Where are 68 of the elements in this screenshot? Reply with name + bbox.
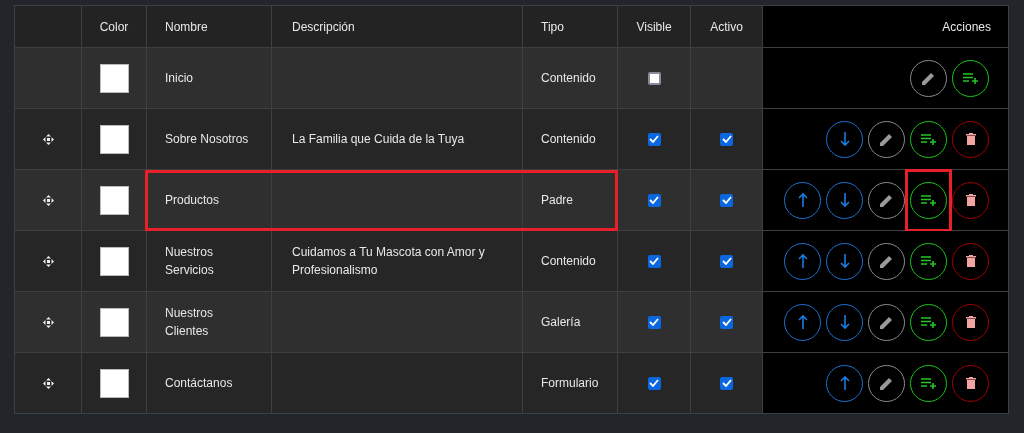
trash-icon bbox=[965, 316, 976, 328]
checkbox[interactable] bbox=[720, 376, 733, 390]
page-name: Inicio bbox=[165, 70, 193, 87]
trash-icon bbox=[965, 377, 976, 389]
checkbox[interactable] bbox=[720, 315, 733, 329]
color-swatch[interactable] bbox=[99, 124, 129, 154]
column-header: Nombre bbox=[165, 18, 208, 36]
page-name: Productos bbox=[165, 192, 220, 209]
color-swatch[interactable] bbox=[99, 246, 129, 276]
arrow-up-icon bbox=[797, 314, 808, 330]
playlist-add-icon bbox=[920, 194, 937, 206]
checkbox[interactable] bbox=[647, 193, 661, 207]
checkbox[interactable] bbox=[647, 71, 661, 85]
move-icon[interactable] bbox=[42, 316, 54, 328]
arrow-up-icon bbox=[797, 192, 808, 208]
arrow-down-icon bbox=[839, 314, 850, 330]
arrow-up-icon bbox=[797, 253, 808, 269]
checkbox[interactable] bbox=[647, 315, 661, 329]
pencil-icon bbox=[880, 193, 893, 207]
pencil-icon bbox=[880, 132, 893, 146]
column-header: Color bbox=[99, 18, 129, 36]
pencil-icon bbox=[922, 71, 935, 85]
arrow-down-icon bbox=[839, 253, 850, 269]
pencil-icon bbox=[880, 254, 893, 268]
page-name: Nuestros Clientes bbox=[165, 305, 215, 340]
page-type: Contenido bbox=[541, 131, 596, 148]
arrow-down-icon bbox=[839, 192, 850, 208]
arrow-up-icon bbox=[839, 375, 850, 391]
page-type: Contenido bbox=[541, 253, 596, 270]
move-icon[interactable] bbox=[42, 255, 54, 267]
pencil-icon bbox=[880, 315, 893, 329]
page-name: Contáctanos bbox=[165, 375, 233, 392]
column-header: Tipo bbox=[541, 18, 564, 36]
checkbox[interactable] bbox=[647, 376, 661, 390]
playlist-add-icon bbox=[920, 316, 937, 328]
color-swatch[interactable] bbox=[99, 63, 129, 93]
page-description: La Familia que Cuida de la Tuya bbox=[292, 131, 465, 148]
color-swatch[interactable] bbox=[99, 307, 129, 337]
column-header: Acciones bbox=[942, 18, 991, 36]
page-name: Sobre Nosotros bbox=[165, 131, 249, 148]
checkbox[interactable] bbox=[720, 132, 733, 146]
page-type: Padre bbox=[541, 192, 574, 209]
color-swatch[interactable] bbox=[99, 185, 129, 215]
trash-icon bbox=[965, 255, 976, 267]
move-icon[interactable] bbox=[42, 194, 54, 206]
trash-icon bbox=[965, 133, 976, 145]
page-name: Nuestros Servicios bbox=[165, 244, 215, 279]
column-header: Activo bbox=[710, 18, 743, 36]
checkbox[interactable] bbox=[647, 132, 661, 146]
pencil-icon bbox=[880, 376, 893, 390]
page-type: Contenido bbox=[541, 70, 596, 87]
checkbox[interactable] bbox=[647, 254, 661, 268]
arrow-down-icon bbox=[839, 131, 850, 147]
move-icon[interactable] bbox=[42, 377, 54, 389]
page-type: Formulario bbox=[541, 375, 599, 392]
color-swatch[interactable] bbox=[99, 368, 129, 398]
column-header: Visible bbox=[636, 18, 672, 36]
move-icon[interactable] bbox=[42, 133, 54, 145]
playlist-add-icon bbox=[920, 377, 937, 389]
page-description: Cuidamos a Tu Mascota con Amor y Profesionalismo bbox=[292, 244, 486, 279]
playlist-add-icon bbox=[920, 133, 937, 145]
playlist-add-icon bbox=[920, 255, 937, 267]
checkbox[interactable] bbox=[720, 193, 733, 207]
checkbox[interactable] bbox=[720, 254, 733, 268]
trash-icon bbox=[965, 194, 976, 206]
page-type: Galería bbox=[541, 314, 581, 331]
column-header: Descripción bbox=[292, 18, 355, 36]
playlist-add-icon bbox=[962, 72, 979, 84]
